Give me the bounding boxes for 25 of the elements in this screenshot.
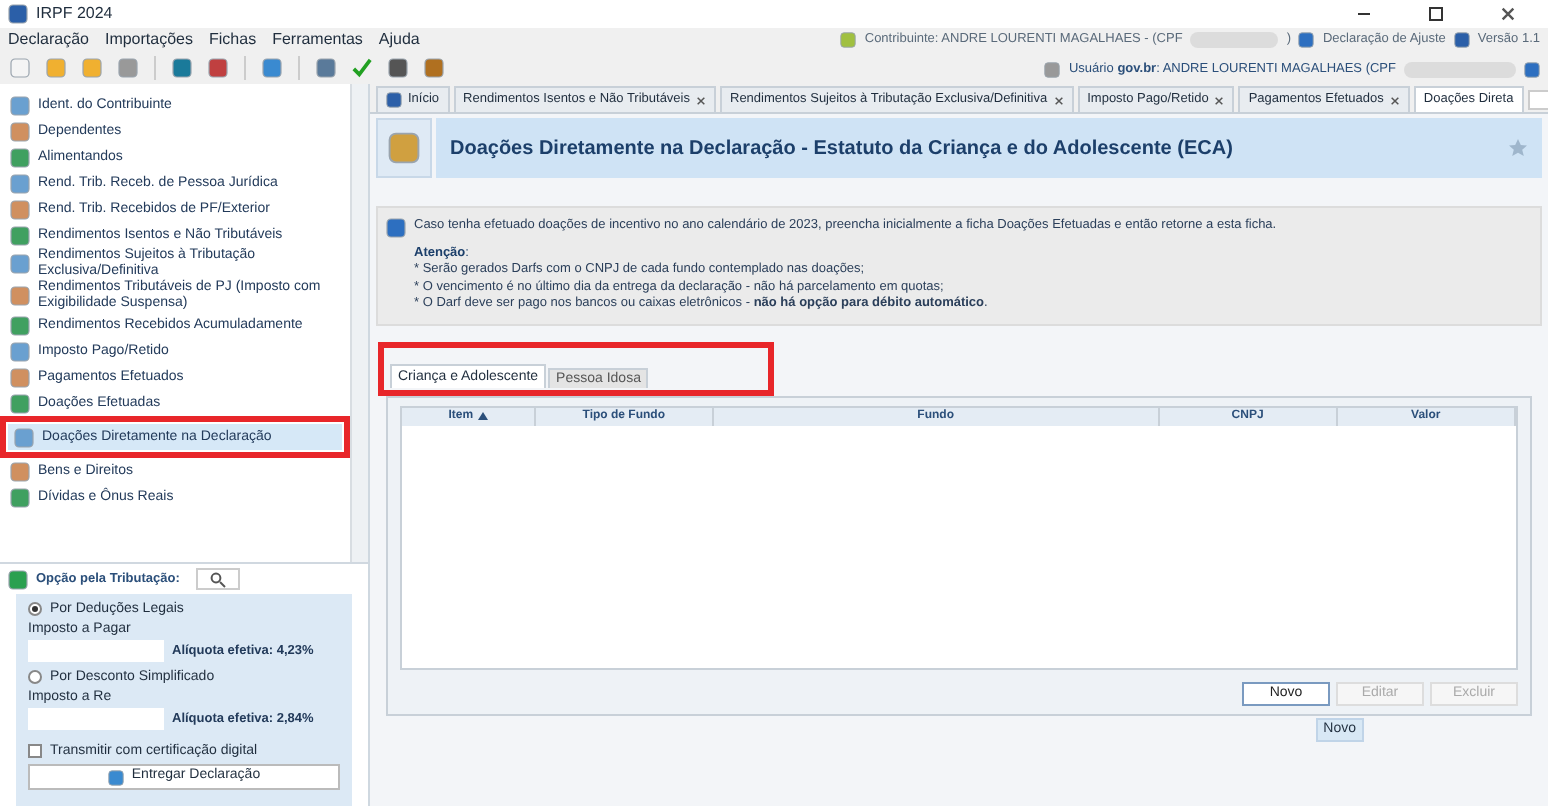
menu-item[interactable]: Ferramentas xyxy=(272,28,363,52)
restore-icon[interactable] xyxy=(1428,6,1444,22)
checkbox[interactable] xyxy=(28,744,42,758)
menu-item[interactable]: Fichas xyxy=(209,28,257,52)
close-tab-icon[interactable] xyxy=(696,95,706,105)
close-tab-icon[interactable] xyxy=(1214,95,1225,105)
sort-ascending-icon xyxy=(477,412,488,420)
close-icon[interactable] xyxy=(1500,6,1516,22)
menu-item[interactable]: Ajuda xyxy=(378,28,420,52)
radio-button[interactable] xyxy=(28,602,42,616)
radio-button[interactable] xyxy=(28,670,42,684)
window-title: IRPF 2024 xyxy=(36,2,113,26)
menu-item[interactable]: Importações xyxy=(104,28,193,52)
search-icon xyxy=(209,571,226,587)
checkmark-icon[interactable] xyxy=(352,58,372,78)
search-button[interactable] xyxy=(195,568,240,590)
value-field[interactable] xyxy=(28,640,164,662)
scrollbar[interactable] xyxy=(350,84,368,562)
close-tab-icon[interactable] xyxy=(1053,95,1064,105)
star-icon[interactable] xyxy=(1508,138,1528,158)
blurred-cpf xyxy=(1190,31,1279,48)
value-field[interactable] xyxy=(28,708,164,730)
menu-item[interactable]: Declaração xyxy=(8,28,89,52)
page-title: Doações Diretamente na Declaração - Estatuto da Criança e do Adolescente (ECA) xyxy=(450,135,1233,163)
close-tab-icon[interactable] xyxy=(1389,95,1400,105)
